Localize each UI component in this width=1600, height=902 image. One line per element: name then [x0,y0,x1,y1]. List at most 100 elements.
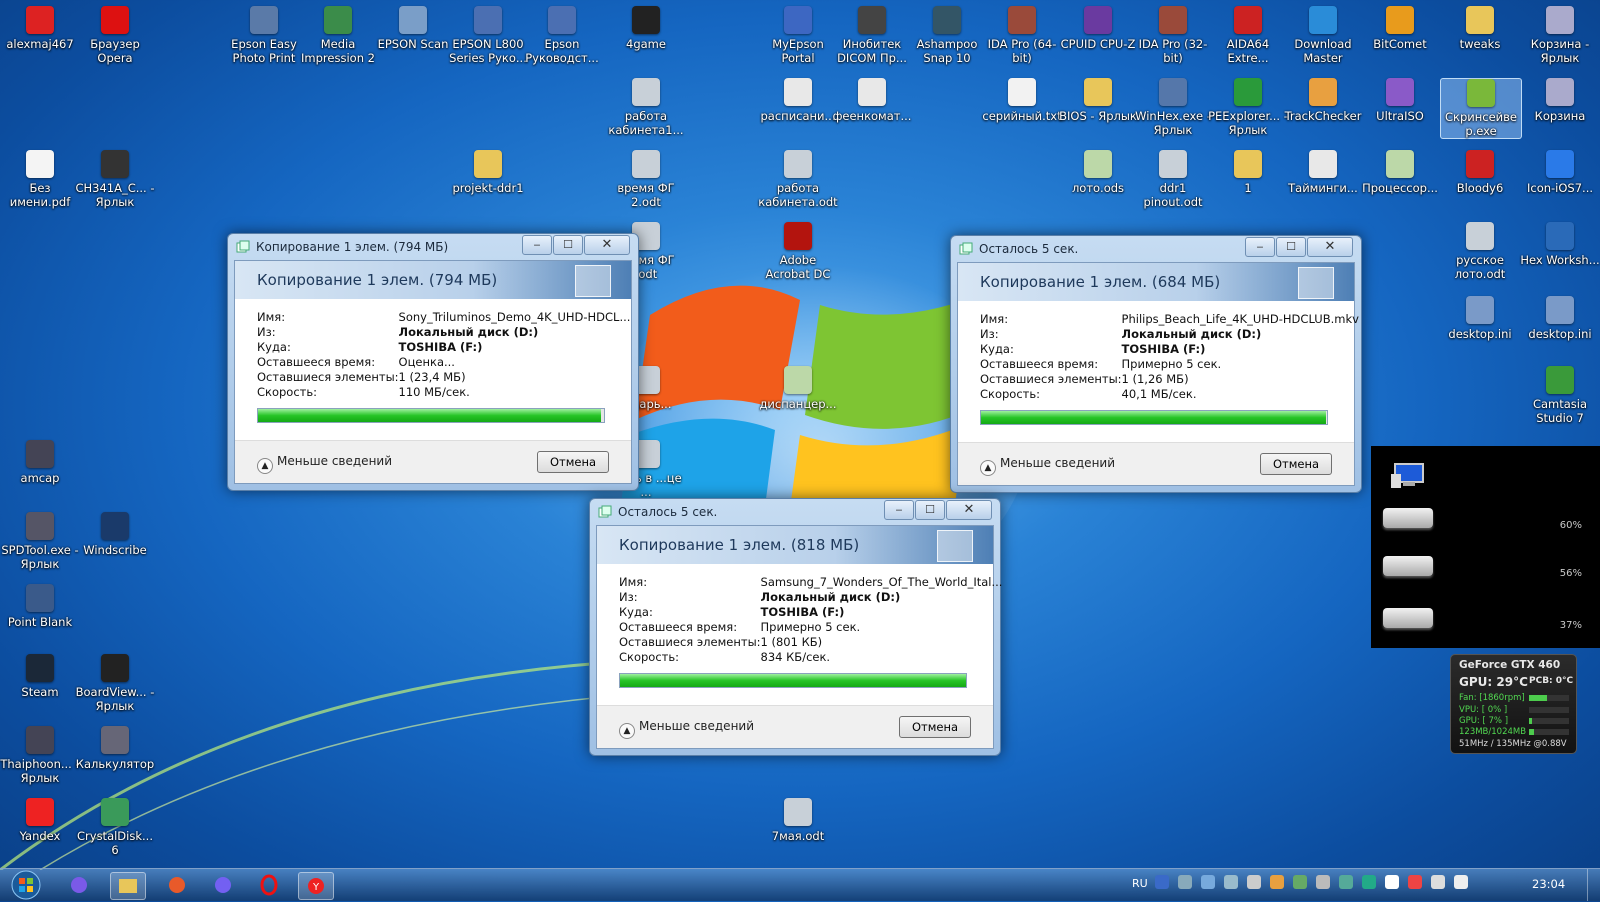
desktop-icon[interactable]: Windscribe [75,512,155,557]
less-details-toggle[interactable]: ▲ Меньше сведений [619,719,754,739]
help-icon[interactable] [1155,875,1169,889]
desktop-icon[interactable]: лото.ods [1058,150,1138,195]
title-bar[interactable]: Копирование 1 элем. (794 МБ) ‒ ☐ ✕ [228,234,638,260]
app-tray-icon[interactable] [1270,875,1284,889]
desktop-icon[interactable]: AIDA64 Extre... [1208,6,1288,65]
maximize-button[interactable]: ☐ [553,235,583,255]
desktop-icon[interactable]: Adobe Acrobat DC [758,222,838,281]
close-button[interactable]: ✕ [584,235,630,255]
desktop-icon[interactable]: Bloody6 [1440,150,1520,195]
close-button[interactable]: ✕ [946,500,992,520]
desktop-icon[interactable]: desktop.ini [1440,296,1520,341]
desktop-icon[interactable]: WinHex.exe - Ярлык [1133,78,1213,137]
desktop-icon[interactable]: CPUID CPU-Z [1058,6,1138,51]
desktop-icon[interactable]: Инобитек DICOM Пр... [832,6,912,65]
taskbar-viber[interactable] [206,872,240,898]
wifi-tray-icon[interactable] [1224,875,1238,889]
arrow-tray-icon[interactable] [1178,875,1192,889]
minimize-button[interactable]: ‒ [522,235,552,255]
cancel-button[interactable]: Отмена [899,716,971,738]
desktop-icon[interactable]: работа кабинета1... [606,78,686,137]
network-tray-icon[interactable] [1201,875,1215,889]
desktop-icon[interactable]: Hex Worksh... [1520,222,1600,267]
desktop-icon[interactable]: Без имени.pdf [0,150,80,209]
drive-monitor-gadget[interactable]: 60% 56% 37% [1371,446,1600,648]
desktop-icon[interactable]: Корзина [1520,78,1600,123]
desktop-icon[interactable]: русское лото.odt [1440,222,1520,281]
minimize-button[interactable]: ‒ [1245,237,1275,257]
desktop-icon[interactable]: 7мая.odt [758,798,838,843]
desktop-icon[interactable]: CH341A_C... - Ярлык [75,150,155,209]
desktop-icon[interactable]: 1 [1208,150,1288,195]
battery-icon[interactable] [1431,875,1445,889]
title-bar[interactable]: Осталось 5 сек. ‒ ☐ ✕ [951,236,1361,262]
desktop-icon[interactable]: Steam [0,654,80,699]
desktop-icon[interactable]: BitComet [1360,6,1440,51]
desktop-icon[interactable]: BoardView... - Ярлык [75,654,155,713]
desktop-icon[interactable]: диспанцер... [758,366,838,411]
desktop-icon[interactable]: Epson Руководст... [522,6,602,65]
gpu-monitor-gadget[interactable]: GeForce GTX 460 GPU: 29°C PCB: 0°C Fan: … [1450,654,1577,754]
desktop-icon[interactable]: Процессор... [1360,150,1440,195]
desktop-icon[interactable]: Yandex [0,798,80,843]
desktop-icon[interactable]: CrystalDisk... 6 [75,798,155,857]
desktop-icon[interactable]: Point Blank [0,584,80,629]
app-tray-icon[interactable] [1362,875,1376,889]
desktop-icon[interactable]: время ФГ 2.odt [606,150,686,209]
start-orb-icon[interactable] [6,870,46,900]
less-details-toggle[interactable]: ▲ Меньше сведений [257,454,392,474]
copy-dialog-philips[interactable]: Осталось 5 сек. ‒ ☐ ✕ Копирование 1 элем. … [950,235,1362,493]
less-details-toggle[interactable]: ▲ Меньше сведений [980,456,1115,476]
volume-icon[interactable] [1454,875,1468,889]
desktop-icon[interactable]: alexmaj467 [0,6,80,51]
desktop-icon[interactable]: Калькулятор [75,726,155,771]
desktop-icon[interactable]: MyEpson Portal [758,6,838,65]
desktop-icon[interactable]: TrackChecker [1283,78,1363,123]
maximize-button[interactable]: ☐ [1276,237,1306,257]
copy-dialog-sony[interactable]: Копирование 1 элем. (794 МБ) ‒ ☐ ✕ Копиров… [227,233,639,491]
maximize-button[interactable]: ☐ [915,500,945,520]
desktop-icon[interactable]: PEExplorer... - Ярлык [1208,78,1288,137]
desktop-icon[interactable]: projekt-ddr1 [448,150,528,195]
app-tray-icon[interactable] [1408,875,1422,889]
taskbar-app-1[interactable] [62,872,96,898]
taskbar-yandex[interactable]: Y [298,872,334,900]
desktop-icon[interactable]: Thaiphoon... - Ярлык [0,726,80,785]
app-tray-icon[interactable] [1293,875,1307,889]
close-button[interactable]: ✕ [1307,237,1353,257]
language-indicator[interactable]: RU [1132,877,1148,890]
cancel-button[interactable]: Отмена [537,451,609,473]
clock[interactable]: 23:04 [1532,877,1565,891]
desktop-icon[interactable]: EPSON Scan [373,6,453,51]
desktop-icon[interactable]: Epson Easy Photo Print [224,6,304,65]
desktop-icon[interactable]: ddr1 pinout.odt [1133,150,1213,209]
copy-dialog-samsung[interactable]: Осталось 5 сек. ‒ ☐ ✕ Копирование 1 элем. … [589,498,1002,756]
desktop-icon[interactable]: серийный.txt [982,78,1062,123]
flag-icon[interactable] [1385,875,1399,889]
desktop-icon[interactable]: Download Master [1283,6,1363,65]
desktop-icon[interactable]: расписани... [758,78,838,123]
desktop-icon[interactable]: UltraISO [1360,78,1440,123]
desktop-icon[interactable]: Camtasia Studio 7 [1520,366,1600,425]
desktop-icon[interactable]: Корзина - Ярлык [1520,6,1600,65]
taskbar-app-3[interactable] [160,872,194,898]
taskbar-explorer[interactable] [110,872,146,900]
desktop-icon[interactable]: Браузер Opera [75,6,155,65]
desktop-icon[interactable]: Тайминги... [1283,150,1363,195]
desktop-icon[interactable]: EPSON L800 Series Руко... [448,6,528,65]
desktop-icon[interactable]: 4game [606,6,686,51]
desktop-icon[interactable]: tweaks [1440,6,1520,51]
cancel-button[interactable]: Отмена [1260,453,1332,475]
title-bar[interactable]: Осталось 5 сек. ‒ ☐ ✕ [590,499,1000,525]
desktop-icon[interactable]: Ashampoo Snap 10 [907,6,987,65]
minimize-button[interactable]: ‒ [884,500,914,520]
taskbar-opera[interactable] [252,872,286,898]
desktop-icon[interactable]: desktop.ini [1520,296,1600,341]
desktop-icon[interactable]: феенкомат... [832,78,912,123]
app-tray-icon[interactable] [1316,875,1330,889]
show-desktop-button[interactable] [1587,869,1600,901]
app-tray-icon[interactable] [1247,875,1261,889]
desktop-icon[interactable]: Icon-iOS7... [1520,150,1600,195]
desktop-icon[interactable]: Media Impression 2 [298,6,378,65]
app-tray-icon[interactable] [1339,875,1353,889]
